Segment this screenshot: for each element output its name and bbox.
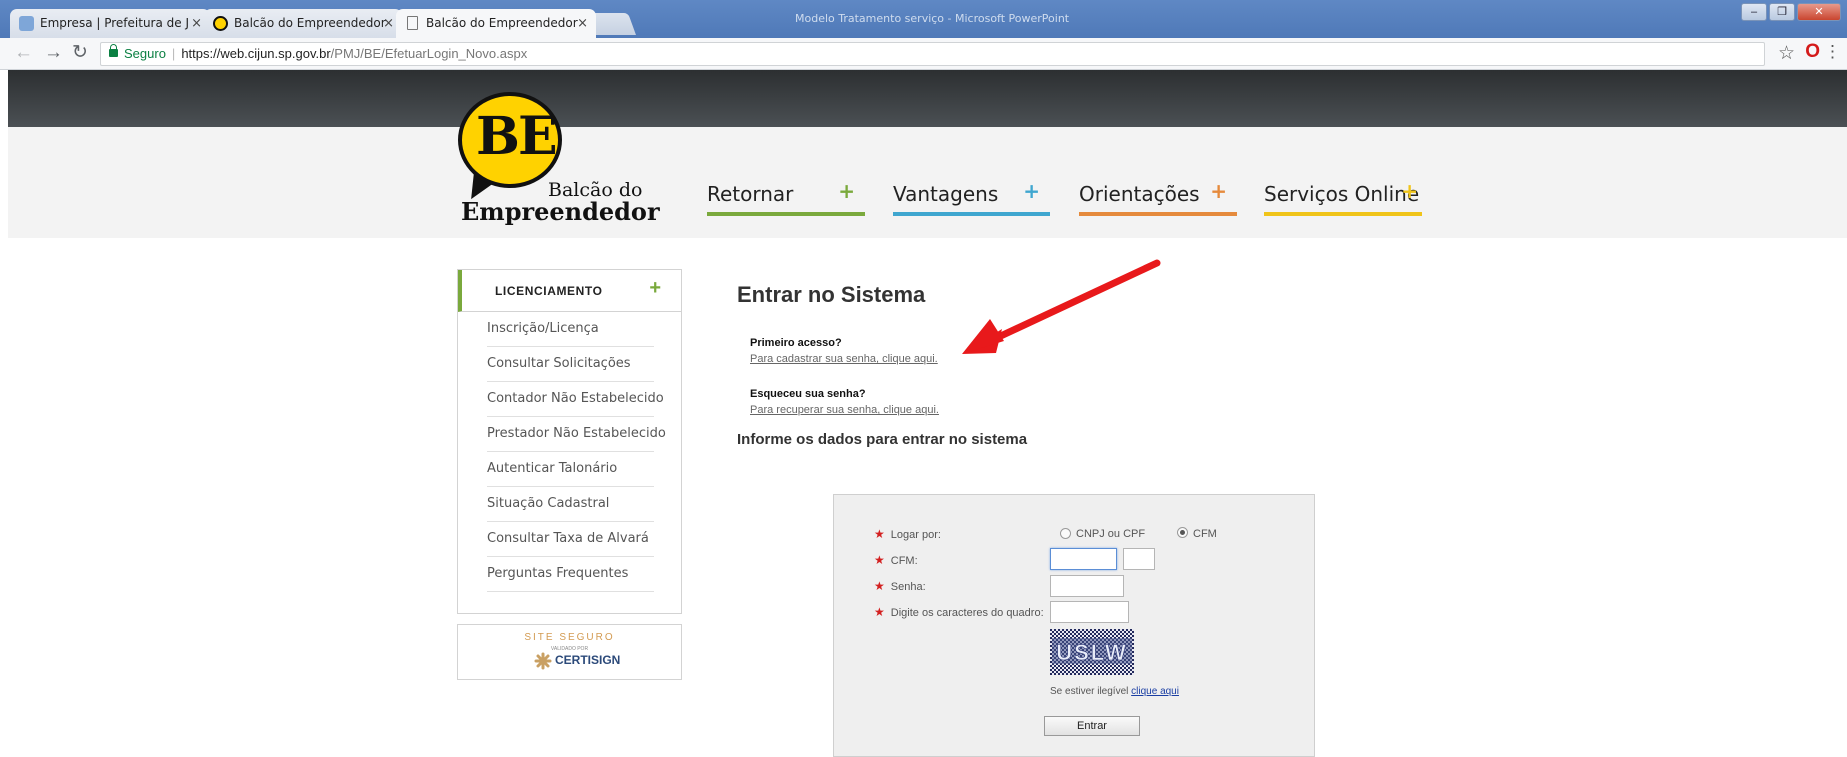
- restore-button[interactable]: ❐: [1769, 3, 1795, 21]
- seal-brand: CERTISIGN: [555, 653, 621, 667]
- illegible-note: Se estiver ilegível clique aqui: [1050, 686, 1179, 697]
- be-logo[interactable]: BE Balcão do Empreendedor: [458, 92, 660, 226]
- security-label: Seguro: [124, 46, 166, 61]
- password-label: ★ Senha:: [874, 579, 926, 593]
- address-bar: ← → ↻ Seguro | https://web.cijun.sp.gov.br…: [0, 38, 1847, 70]
- browser-tab-active[interactable]: Balcão do Empreendedor ×: [396, 9, 596, 38]
- password-label-text: Senha:: [890, 581, 926, 593]
- logo-line-2: Empreendedor: [461, 197, 660, 226]
- sidebar-heading-label: LICENCIAMENTO: [495, 284, 603, 298]
- document-icon: [407, 16, 418, 30]
- tab-title: Empresa | Prefeitura de J: [40, 16, 190, 30]
- seal-title: SITE SEGURO: [524, 632, 615, 643]
- radio-cfm[interactable]: [1177, 527, 1188, 538]
- sidebar-item-inscricao[interactable]: Inscrição/Licença: [487, 312, 654, 347]
- required-asterisk: ★: [874, 553, 885, 567]
- forward-arrow-icon[interactable]: →: [44, 43, 63, 63]
- required-asterisk: ★: [874, 579, 885, 593]
- url-separator: |: [171, 46, 176, 61]
- sidebar-item-perguntas[interactable]: Perguntas Frequentes: [487, 557, 654, 592]
- sidebar-item-contador[interactable]: Contador Não Estabelecido: [487, 382, 664, 417]
- captcha-label-text: Digite os caracteres do quadro:: [890, 607, 1044, 619]
- submit-button[interactable]: Entrar: [1044, 716, 1140, 736]
- browser-tabstrip: Empresa | Prefeitura de J × Balcão do Em…: [0, 0, 1847, 38]
- plus-icon: +: [1023, 179, 1040, 203]
- sidebar-item-autenticar[interactable]: Autenticar Talonário: [487, 452, 654, 487]
- password-input[interactable]: [1050, 575, 1124, 597]
- nav-label: Vantagens: [893, 182, 999, 206]
- lock-icon: [109, 44, 118, 57]
- cfm-input[interactable]: [1050, 548, 1117, 570]
- nav-orientacoes[interactable]: Orientações +: [1079, 179, 1237, 216]
- illegible-text: Se estiver ilegível: [1050, 686, 1129, 697]
- nav-label: Serviços Online: [1264, 182, 1420, 206]
- captcha-input[interactable]: [1050, 601, 1129, 623]
- plus-icon: +: [1401, 179, 1418, 203]
- radio-cnpj-label: CNPJ ou CPF: [1076, 528, 1146, 540]
- site-top-band: [8, 70, 1847, 127]
- minimize-button[interactable]: –: [1741, 3, 1767, 21]
- tab-title: Balcão do Empreendedor: [234, 16, 386, 30]
- radio-cfm-label: CFM: [1193, 528, 1217, 540]
- seal-subtitle: VALIDADO POR: [550, 646, 589, 652]
- plus-icon: +: [1210, 179, 1227, 203]
- security-seal[interactable]: SITE SEGURO VALIDADO POR CERTISIGN: [457, 624, 682, 680]
- be-logo-icon: [213, 16, 228, 31]
- sidebar-item-taxa-alvara[interactable]: Consultar Taxa de Alvará: [487, 522, 654, 557]
- cfm-label-text: CFM:: [890, 555, 918, 567]
- window-title: Modelo Tratamento serviço - Microsoft Po…: [795, 12, 1070, 25]
- sidebar-item-prestador[interactable]: Prestador Não Estabelecido: [487, 417, 666, 452]
- nav-retornar[interactable]: Retornar +: [707, 179, 865, 216]
- close-icon[interactable]: ×: [191, 9, 202, 38]
- cfm-label: ★ CFM:: [874, 553, 918, 567]
- login-form: ★ Logar por: CNPJ ou CPF CFM ★ CFM: ★ Senha…: [833, 494, 1315, 757]
- annotation-arrow-icon: [962, 259, 1161, 354]
- captcha-label: ★ Digite os caracteres do quadro:: [874, 605, 1044, 619]
- nav-label: Retornar: [707, 182, 794, 206]
- close-icon[interactable]: ×: [577, 9, 588, 38]
- first-access-heading: Primeiro acesso?: [750, 337, 842, 349]
- certisign-star-icon: [534, 652, 552, 670]
- captcha-text: USLW: [1056, 640, 1128, 665]
- nav-vantagens[interactable]: Vantagens +: [893, 179, 1050, 216]
- refresh-captcha-link[interactable]: clique aqui: [1131, 686, 1179, 697]
- reload-icon[interactable]: ↻: [72, 43, 88, 63]
- plus-icon: +: [838, 179, 855, 203]
- sidebar-list: Inscrição/Licença Consultar Solicitações…: [487, 312, 666, 592]
- nav-label: Orientações: [1079, 182, 1200, 206]
- cfm-digit-input[interactable]: [1123, 548, 1155, 570]
- logo-letters: BE: [476, 106, 558, 167]
- page-icon: [19, 16, 34, 31]
- url-path: /PMJ/BE/EfetuarLogin_Novo.aspx: [330, 46, 528, 61]
- radio-cnpj[interactable]: [1060, 528, 1071, 539]
- url-host: https://web.cijun.sp.gov.br: [181, 46, 331, 61]
- browser-tab[interactable]: Balcão do Empreendedor ×: [204, 9, 402, 38]
- required-asterisk: ★: [874, 605, 885, 619]
- nav-servicos-online[interactable]: Serviços Online +: [1264, 179, 1422, 216]
- bookmark-star-icon[interactable]: ☆: [1778, 42, 1795, 65]
- form-subtitle: Informe os dados para entrar no sistema: [737, 431, 1028, 448]
- sidebar-item-situacao[interactable]: Situação Cadastral: [487, 487, 654, 522]
- sidebar-heading[interactable]: LICENCIAMENTO +: [458, 270, 681, 312]
- register-password-link[interactable]: Para cadastrar sua senha, clique aqui.: [750, 353, 938, 365]
- window-controls: – ❐ ✕: [1741, 3, 1841, 21]
- opera-icon[interactable]: O: [1805, 41, 1820, 63]
- back-arrow-icon[interactable]: ←: [14, 43, 33, 63]
- browser-tab[interactable]: Empresa | Prefeitura de J ×: [10, 9, 210, 38]
- page-title: Entrar no Sistema: [737, 282, 926, 307]
- required-asterisk: ★: [874, 527, 885, 541]
- sidebar-menu: LICENCIAMENTO + Inscrição/Licença Consul…: [457, 269, 682, 614]
- captcha-image: USLW: [1050, 629, 1134, 675]
- forgot-password-heading: Esqueceu sua senha?: [750, 388, 866, 400]
- close-icon[interactable]: ×: [383, 9, 394, 38]
- close-window-button[interactable]: ✕: [1797, 3, 1841, 21]
- recover-password-link[interactable]: Para recuperar sua senha, clique aqui.: [750, 404, 939, 416]
- plus-icon: +: [649, 277, 661, 299]
- menu-dots-icon[interactable]: ⋮: [1824, 42, 1841, 62]
- url-field[interactable]: Seguro | https://web.cijun.sp.gov.br/PMJ/B…: [100, 42, 1765, 66]
- tab-title: Balcão do Empreendedor: [426, 16, 578, 30]
- login-by-label: ★ Logar por:: [874, 527, 941, 541]
- sidebar-item-consultar-solicitacoes[interactable]: Consultar Solicitações: [487, 347, 654, 382]
- login-by-text: Logar por:: [890, 529, 941, 541]
